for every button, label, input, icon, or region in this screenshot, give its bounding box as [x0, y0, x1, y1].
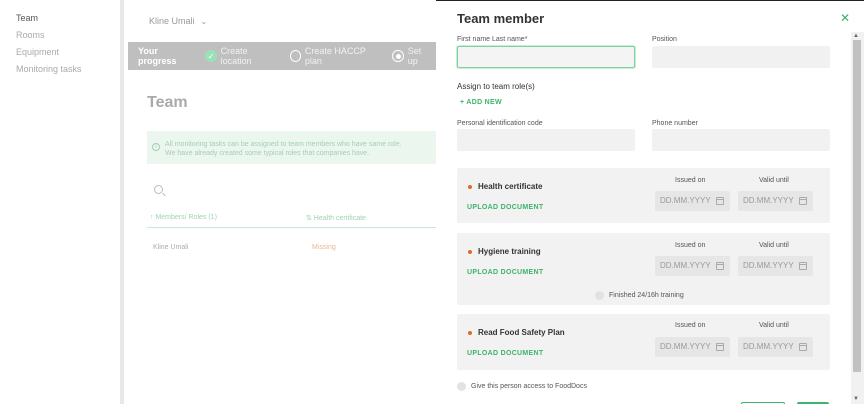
- document-card-food-safety-plan: Read Food Safety Plan UPLOAD DOCUMENT Is…: [457, 314, 830, 370]
- user-name: Kline Umali: [149, 16, 195, 26]
- status-dot: [468, 331, 472, 335]
- valid-until-label: Valid until: [759, 322, 789, 329]
- upload-document-button[interactable]: UPLOAD DOCUMENT: [467, 350, 543, 357]
- info-line-2: We have already created some typical rol…: [165, 150, 370, 157]
- calendar-icon: [716, 262, 724, 270]
- nav-item-equipment[interactable]: Equipment: [0, 44, 120, 61]
- row-member-name[interactable]: Kline Umali: [153, 244, 188, 251]
- progress-step-create-location[interactable]: ✓ Create location: [205, 46, 277, 66]
- phone-label: Phone number: [652, 120, 698, 127]
- page-title: Team: [147, 94, 188, 111]
- valid-until-input[interactable]: DD.MM.YYYY: [738, 191, 813, 211]
- panel-title: Team member: [457, 11, 545, 26]
- personal-code-input[interactable]: [457, 129, 635, 151]
- date-placeholder: DD.MM.YYYY: [660, 261, 711, 270]
- header-divider: [147, 227, 437, 228]
- issued-on-input[interactable]: DD.MM.YYYY: [655, 256, 730, 276]
- calendar-icon: [716, 343, 724, 351]
- progress-step-set-up[interactable]: Set up: [392, 46, 432, 66]
- scrollbar-thumb[interactable]: [853, 40, 861, 372]
- date-placeholder: DD.MM.YYYY: [743, 342, 794, 351]
- date-placeholder: DD.MM.YYYY: [660, 342, 711, 351]
- team-member-panel: Team member ✕ First name Last name* Posi…: [436, 0, 864, 404]
- calendar-icon: [799, 197, 807, 205]
- name-label: First name Last name*: [457, 36, 528, 43]
- valid-until-input[interactable]: DD.MM.YYYY: [738, 256, 813, 276]
- search-icon[interactable]: [154, 185, 163, 194]
- info-line-1: All monitoring tasks can be assigned to …: [165, 141, 402, 148]
- progress-step-label: Set up: [407, 46, 422, 66]
- document-title: Read Food Safety Plan: [478, 328, 565, 337]
- circle-icon: [289, 50, 301, 62]
- finished-training-label: Finished 24/16h training: [609, 292, 684, 299]
- chevron-down-icon: ⌄: [200, 16, 208, 26]
- calendar-icon: [799, 343, 807, 351]
- status-dot: [468, 250, 472, 254]
- upload-document-button[interactable]: UPLOAD DOCUMENT: [467, 204, 543, 211]
- calendar-icon: [799, 262, 807, 270]
- access-checkbox[interactable]: Give this person access to FoodDocs: [457, 382, 587, 391]
- calendar-icon: [716, 197, 724, 205]
- document-title: Hygiene training: [478, 247, 541, 256]
- progress-step-label: Create location: [220, 46, 252, 66]
- info-icon: i: [152, 143, 160, 151]
- scroll-down-icon[interactable]: ▼: [853, 396, 859, 402]
- checkbox-circle[interactable]: [457, 382, 466, 391]
- position-input[interactable]: [652, 46, 830, 68]
- issued-on-input[interactable]: DD.MM.YYYY: [655, 191, 730, 211]
- name-input[interactable]: [457, 46, 635, 68]
- close-icon[interactable]: ✕: [840, 11, 850, 25]
- personal-code-label: Personal identification code: [457, 120, 543, 127]
- progress-label: Your progress: [138, 46, 177, 66]
- assign-role-label: Assign to team role(s): [457, 82, 535, 91]
- issued-on-label: Issued on: [675, 322, 706, 329]
- row-health-status: Missing: [312, 244, 336, 251]
- add-new-role-button[interactable]: + ADD NEW: [460, 99, 502, 106]
- radio-dot-icon: [392, 50, 404, 62]
- position-label: Position: [652, 36, 677, 43]
- left-nav: Team Rooms Equipment Monitoring tasks: [0, 0, 124, 404]
- valid-until-label: Valid until: [759, 177, 789, 184]
- document-title: Health certificate: [478, 182, 543, 191]
- date-placeholder: DD.MM.YYYY: [660, 196, 711, 205]
- document-card-health-certificate: Health certificate UPLOAD DOCUMENT Issue…: [457, 168, 830, 223]
- progress-bar: Your progress ✓ Create location Create H…: [128, 42, 438, 70]
- upload-document-button[interactable]: UPLOAD DOCUMENT: [467, 269, 543, 276]
- progress-step-create-haccp[interactable]: Create HACCP plan: [289, 46, 381, 66]
- date-placeholder: DD.MM.YYYY: [743, 196, 794, 205]
- status-dot: [468, 185, 472, 189]
- phone-input[interactable]: [652, 129, 830, 151]
- issued-on-label: Issued on: [675, 177, 706, 184]
- issued-on-input[interactable]: DD.MM.YYYY: [655, 337, 730, 357]
- nav-item-monitoring-tasks[interactable]: Monitoring tasks: [0, 61, 120, 78]
- issued-on-label: Issued on: [675, 242, 706, 249]
- column-header-members[interactable]: ↑ Members/ Roles (1): [150, 214, 217, 221]
- valid-until-label: Valid until: [759, 242, 789, 249]
- finished-training-checkbox[interactable]: Finished 24/16h training: [595, 291, 684, 300]
- valid-until-input[interactable]: DD.MM.YYYY: [738, 337, 813, 357]
- access-label: Give this person access to FoodDocs: [471, 383, 587, 390]
- date-placeholder: DD.MM.YYYY: [743, 261, 794, 270]
- nav-item-rooms[interactable]: Rooms: [0, 27, 120, 44]
- check-icon: ✓: [205, 50, 217, 62]
- document-card-hygiene-training: Hygiene training UPLOAD DOCUMENT Issued …: [457, 233, 830, 305]
- nav-item-team[interactable]: Team: [0, 10, 120, 27]
- progress-step-label: Create HACCP plan: [304, 46, 366, 66]
- info-banner: i All monitoring tasks can be assigned t…: [147, 131, 437, 164]
- checkbox-circle[interactable]: [595, 291, 604, 300]
- scroll-up-icon[interactable]: ▲: [853, 33, 859, 39]
- column-header-health-certificate[interactable]: ⇅ Health certificate: [306, 214, 366, 222]
